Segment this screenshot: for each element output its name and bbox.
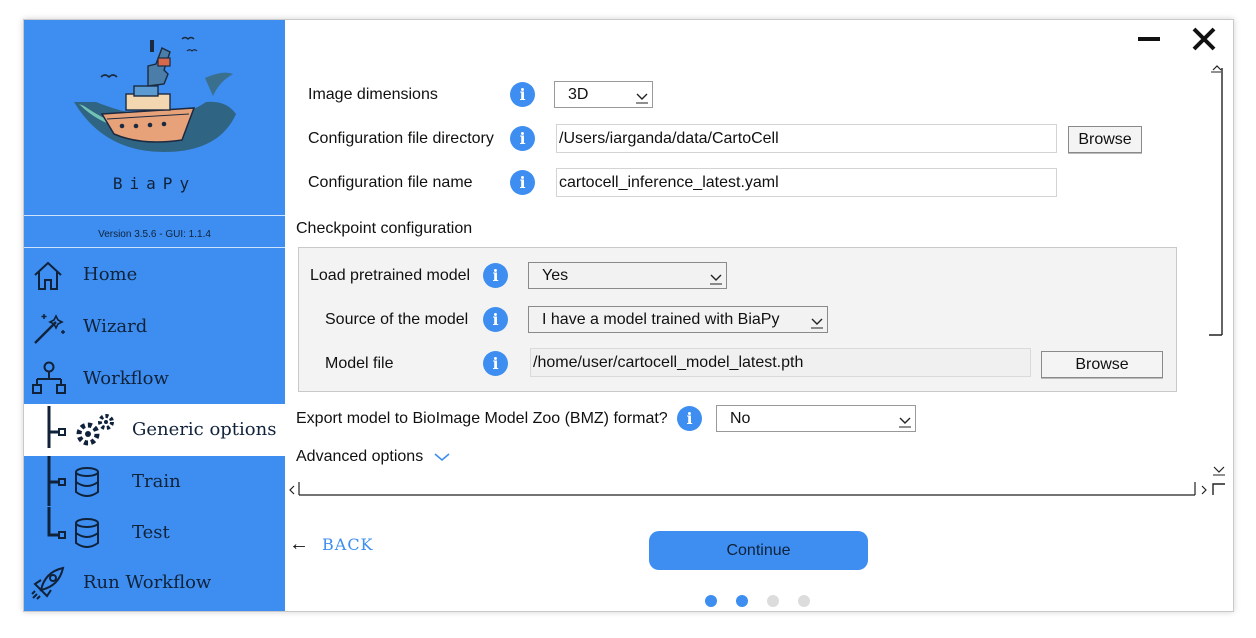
tree-branch-icon: [47, 507, 66, 539]
chevron-down-icon: [899, 417, 911, 428]
scroll-down-arrow[interactable]: [1212, 464, 1226, 476]
sidebar-item-wizard[interactable]: Wizard: [24, 301, 285, 352]
minimize-button[interactable]: [1138, 37, 1160, 41]
page-dot[interactable]: [736, 595, 748, 607]
horizontal-scrollbar[interactable]: [285, 478, 1233, 498]
sidebar-item-label: Wizard: [83, 316, 148, 337]
browse-config-dir-button[interactable]: Browse: [1068, 126, 1142, 153]
back-label: BACK: [322, 535, 374, 554]
tree-branch-icon: [47, 456, 66, 506]
config-name-field[interactable]: cartocell_inference_latest.yaml: [556, 168, 1057, 197]
config-dir-field[interactable]: /Users/iarganda/data/CartoCell: [556, 124, 1057, 153]
home-icon: [34, 261, 62, 290]
info-icon[interactable]: i: [510, 82, 535, 107]
config-dir-label: Configuration file directory: [308, 130, 494, 147]
sidebar-item-train[interactable]: Train: [24, 456, 285, 507]
model-file-field[interactable]: /home/user/cartocell_model_latest.pth: [530, 348, 1031, 377]
sidebar: BiaPy Version 3.5.6 - GUI: 1.1.4 Home Wi…: [24, 20, 285, 611]
database-icon: [75, 467, 99, 497]
load-pretrained-select[interactable]: Yes: [528, 262, 727, 289]
sidebar-item-label: Train: [132, 471, 181, 492]
sidebar-item-workflow[interactable]: Workflow: [24, 353, 285, 404]
chevron-down-icon: [710, 274, 722, 285]
export-bmz-label: Export model to BioImage Model Zoo (BMZ)…: [296, 410, 668, 427]
sidebar-divider: [24, 215, 285, 216]
version-label: Version 3.5.6 - GUI: 1.1.4: [98, 229, 211, 240]
chevron-down-icon: [811, 318, 823, 329]
sidebar-item-label: Test: [132, 522, 170, 543]
magic-wand-icon: [34, 314, 65, 344]
workflow-icon: [32, 361, 66, 394]
config-name-label: Configuration file name: [308, 174, 473, 191]
model-file-label: Model file: [325, 355, 394, 372]
vertical-scrollbar[interactable]: [1207, 60, 1229, 336]
advanced-options-label: Advanced options: [296, 448, 424, 465]
source-model-select[interactable]: I have a model trained with BiaPy: [528, 306, 828, 333]
sidebar-item-run-workflow[interactable]: Run Workflow: [24, 557, 285, 608]
page-dot[interactable]: [767, 595, 779, 607]
sidebar-item-label: Workflow: [83, 368, 169, 389]
database-icon: [75, 518, 99, 548]
info-icon[interactable]: i: [483, 351, 508, 376]
main-panel: Image dimensions i 3D Configuration file…: [285, 20, 1233, 611]
info-icon[interactable]: i: [510, 126, 535, 151]
sidebar-divider: [24, 247, 285, 248]
image-dimensions-label: Image dimensions: [308, 86, 438, 103]
checkpoint-section-title: Checkpoint configuration: [296, 220, 473, 237]
app-name: BiaPy: [112, 174, 197, 193]
sidebar-item-test[interactable]: Test: [24, 507, 285, 558]
chevron-down-icon: [434, 453, 450, 462]
info-icon[interactable]: i: [510, 170, 535, 195]
info-icon[interactable]: i: [483, 263, 508, 288]
page-dot[interactable]: [705, 595, 717, 607]
browse-model-file-button[interactable]: Browse: [1041, 351, 1163, 378]
image-dimensions-select[interactable]: 3D: [554, 81, 653, 108]
continue-button[interactable]: Continue: [649, 531, 868, 570]
gears-icon: [76, 414, 114, 446]
info-icon[interactable]: i: [483, 307, 508, 332]
chevron-down-icon: [636, 93, 648, 104]
page-dot[interactable]: [798, 595, 810, 607]
sidebar-item-label: Home: [83, 264, 138, 285]
source-model-label: Source of the model: [325, 311, 469, 328]
sidebar-item-label: Generic options: [132, 419, 277, 440]
rocket-icon: [31, 566, 65, 600]
sidebar-item-generic-options[interactable]: Generic options: [24, 404, 285, 456]
info-icon[interactable]: i: [677, 406, 702, 431]
load-pretrained-label: Load pretrained model: [310, 267, 471, 284]
app-window: BiaPy Version 3.5.6 - GUI: 1.1.4 Home Wi…: [23, 19, 1234, 612]
export-bmz-select[interactable]: No: [716, 405, 916, 432]
sidebar-item-label: Run Workflow: [83, 572, 212, 593]
arrow-left-icon: ←: [289, 533, 309, 555]
sidebar-item-home[interactable]: Home: [24, 249, 285, 300]
tree-branch-icon: [47, 406, 66, 448]
close-icon[interactable]: [1191, 26, 1217, 52]
